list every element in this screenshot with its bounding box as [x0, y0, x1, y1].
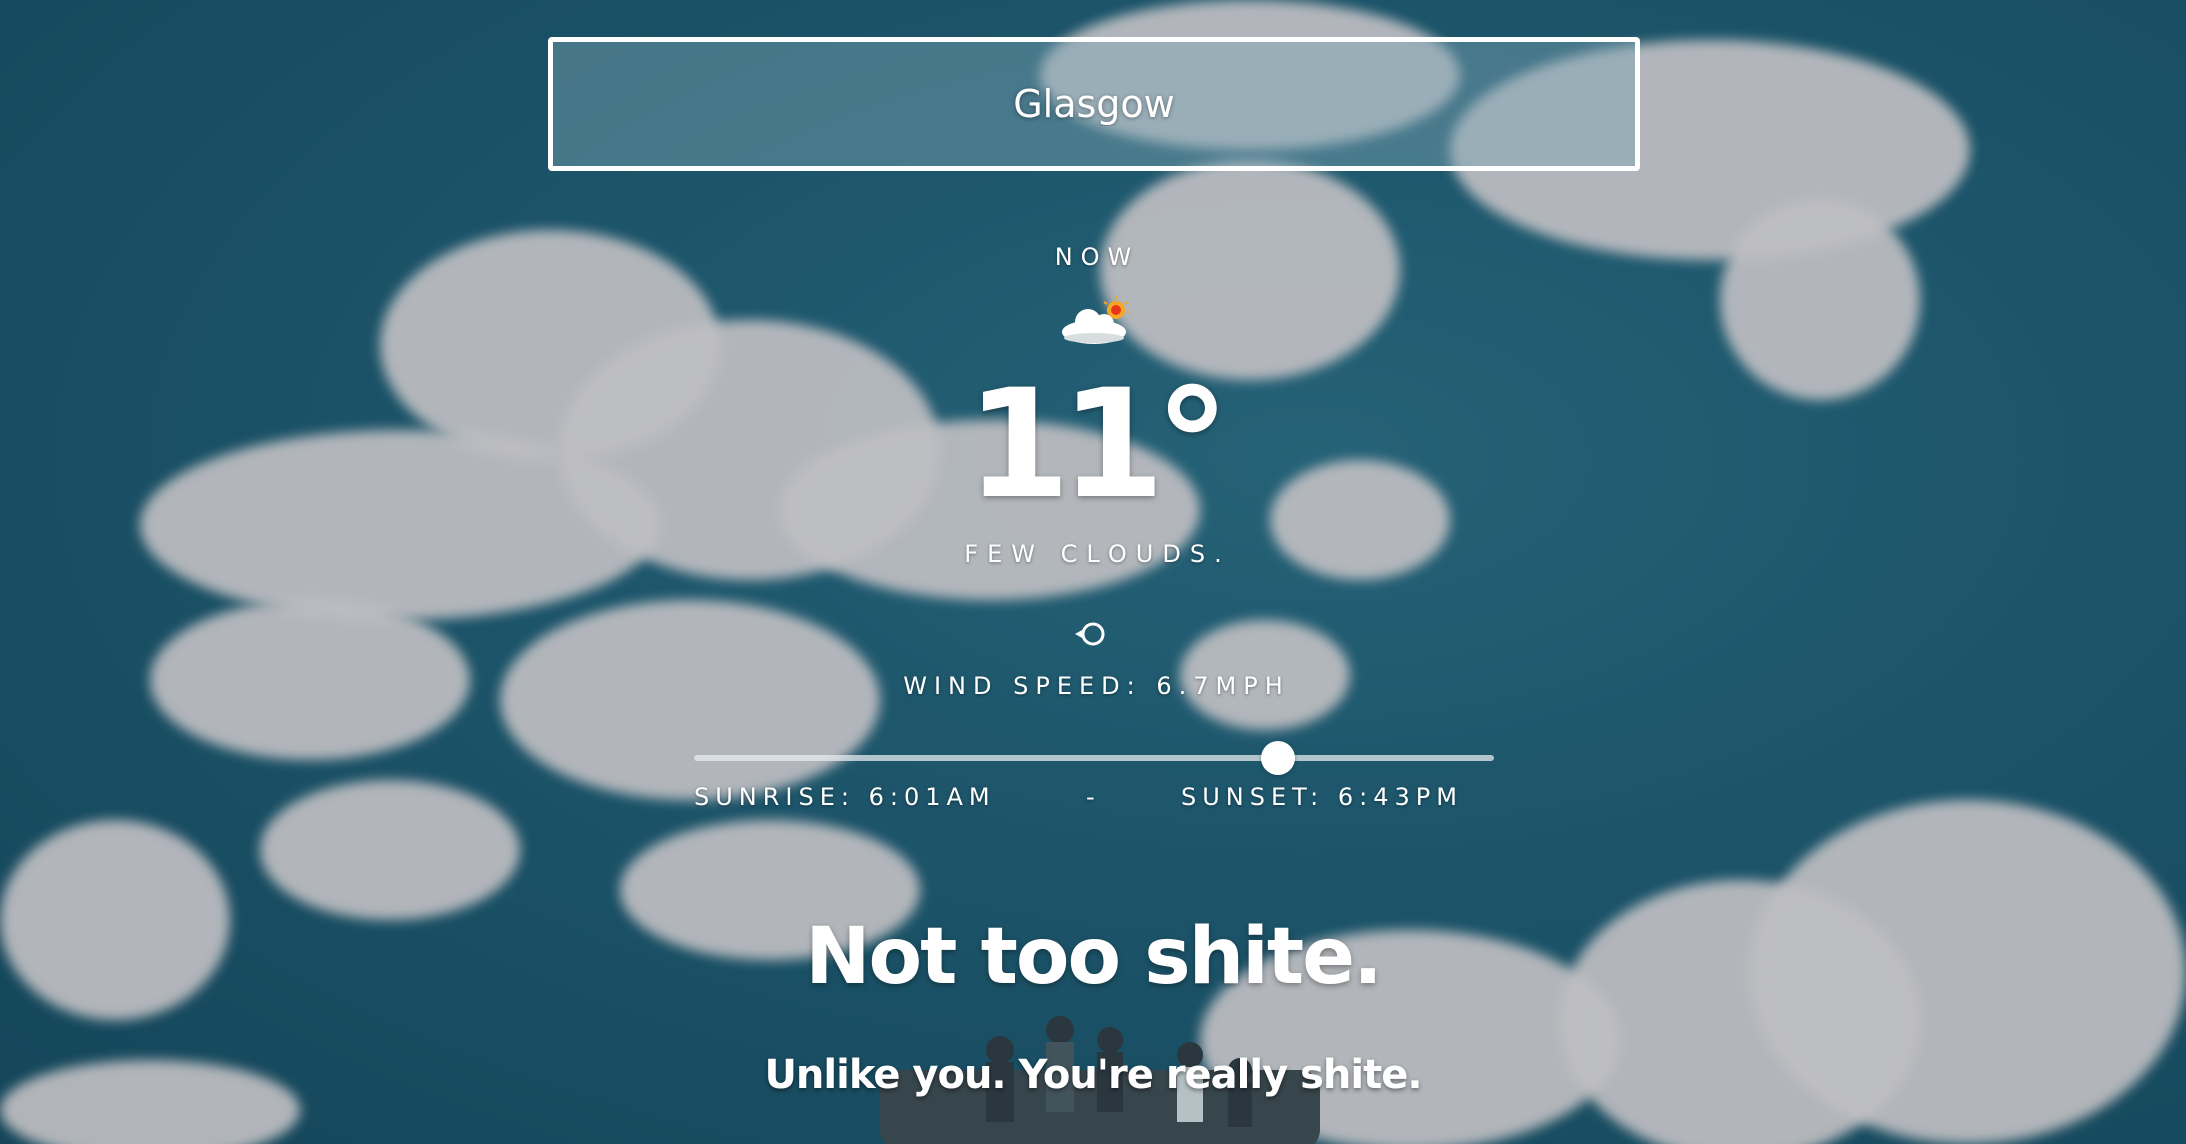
now-label: NOW [1054, 243, 1140, 271]
weather-description: FEW CLOUDS. [964, 540, 1231, 568]
sunrise-time: SUNRISE: 6:01AM [694, 783, 996, 811]
wind-direction-icon [1075, 622, 1105, 646]
city-search-box[interactable] [548, 37, 1640, 171]
city-search-input[interactable] [553, 42, 1635, 166]
verdict-headline: Not too shite. [805, 912, 1382, 1002]
temperature-value: 11° [966, 358, 1230, 532]
sun-times-separator: - [1086, 783, 1101, 811]
few-clouds-icon [1062, 296, 1130, 344]
wind-speed: WIND SPEED: 6.7MPH [903, 672, 1290, 700]
daylight-progress-thumb [1261, 741, 1295, 775]
sunset-time: SUNSET: 6:43PM [1181, 783, 1463, 811]
verdict-subline: Unlike you. You're really shite. [764, 1052, 1422, 1098]
daylight-progress-track [694, 741, 1494, 775]
